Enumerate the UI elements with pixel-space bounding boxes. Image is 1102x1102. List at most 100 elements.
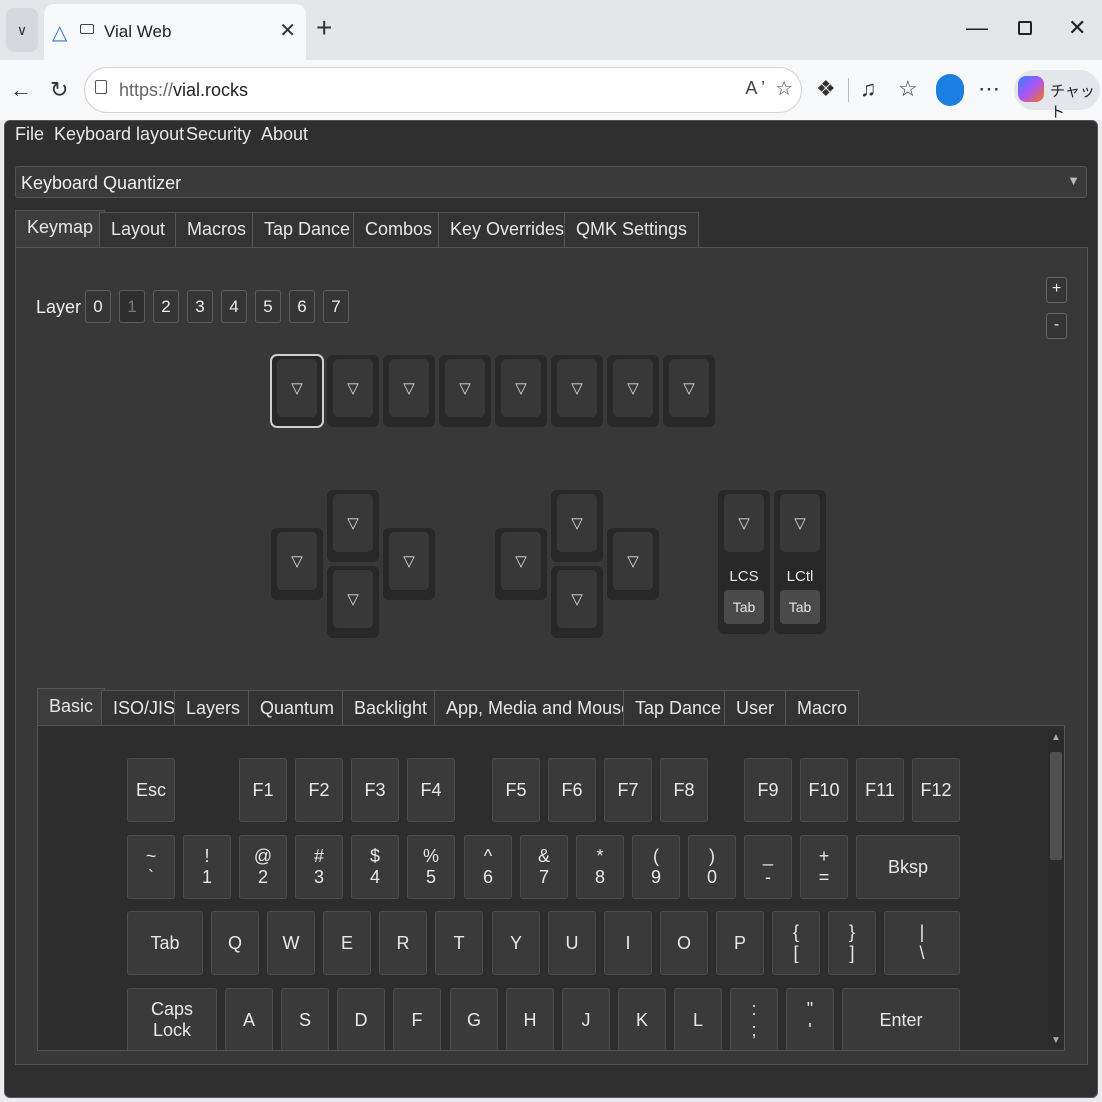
- back-icon[interactable]: ←: [10, 78, 32, 102]
- key-j[interactable]: J: [562, 988, 610, 1052]
- subtab-user[interactable]: User: [724, 690, 787, 726]
- subtab-basic[interactable]: Basic: [37, 688, 106, 726]
- new-tab-button[interactable]: +: [316, 14, 332, 42]
- key-e[interactable]: E: [323, 911, 371, 975]
- layer-button-2[interactable]: 2: [153, 290, 179, 323]
- key-tilde[interactable]: ~ `: [127, 835, 175, 899]
- menu-keyboard-layout[interactable]: Keyboard layout: [54, 124, 184, 145]
- key-f[interactable]: F: [393, 988, 441, 1052]
- vertical-scrollbar[interactable]: ▲ ▼: [1048, 730, 1064, 1048]
- menu-file[interactable]: File: [15, 124, 44, 145]
- key-0[interactable]: ) 0: [688, 835, 736, 899]
- key-q[interactable]: Q: [211, 911, 259, 975]
- keymap-key-lcs-tab[interactable]: ▽ LCS Tab: [718, 490, 770, 634]
- reload-icon[interactable]: ↻: [50, 78, 68, 102]
- key-f6[interactable]: F6: [548, 758, 596, 822]
- keymap-key[interactable]: ▽: [607, 528, 659, 600]
- key-f3[interactable]: F3: [351, 758, 399, 822]
- key-left-bracket[interactable]: { [: [772, 911, 820, 975]
- keymap-key[interactable]: ▽: [495, 528, 547, 600]
- keymap-key[interactable]: ▽: [327, 355, 379, 427]
- key-g[interactable]: G: [450, 988, 498, 1052]
- key-enter[interactable]: Enter: [842, 988, 960, 1052]
- key-f12[interactable]: F12: [912, 758, 960, 822]
- remove-layer-button[interactable]: -: [1046, 313, 1067, 339]
- layer-button-0[interactable]: 0: [85, 290, 111, 323]
- favorite-star-icon[interactable]: ☆: [775, 76, 793, 101]
- key-f7[interactable]: F7: [604, 758, 652, 822]
- menu-security[interactable]: Security: [186, 124, 251, 145]
- key-u[interactable]: U: [548, 911, 596, 975]
- keymap-key[interactable]: ▽: [271, 528, 323, 600]
- subtab-app-media-mouse[interactable]: App, Media and Mouse: [434, 690, 644, 726]
- keymap-key[interactable]: ▽: [383, 355, 435, 427]
- key-k[interactable]: K: [618, 988, 666, 1052]
- copilot-button[interactable]: チャット: [1014, 70, 1100, 121]
- collections-icon[interactable]: ☆: [898, 76, 918, 102]
- keyboard-select[interactable]: Keyboard Quantizer ▼: [15, 166, 1087, 198]
- subtab-layers[interactable]: Layers: [174, 690, 253, 726]
- tab-list-button[interactable]: ∨: [6, 8, 38, 52]
- key-f10[interactable]: F10: [800, 758, 848, 822]
- tab-keymap[interactable]: Keymap: [15, 210, 106, 248]
- key-y[interactable]: Y: [492, 911, 540, 975]
- key-f11[interactable]: F11: [856, 758, 904, 822]
- key-caps-lock[interactable]: Caps Lock: [127, 988, 217, 1052]
- key-w[interactable]: W: [267, 911, 315, 975]
- key-t[interactable]: T: [435, 911, 483, 975]
- tab-macros[interactable]: Macros: [175, 212, 259, 248]
- read-aloud-icon[interactable]: A ’: [745, 78, 765, 99]
- keymap-key[interactable]: ▽: [551, 490, 603, 562]
- key-2[interactable]: @2: [239, 835, 287, 899]
- key-equal[interactable]: + =: [800, 835, 848, 899]
- key-p[interactable]: P: [716, 911, 764, 975]
- tab-qmk-settings[interactable]: QMK Settings: [564, 212, 700, 248]
- layer-button-7[interactable]: 7: [323, 290, 349, 323]
- keymap-key[interactable]: ▽: [327, 566, 379, 638]
- key-f2[interactable]: F2: [295, 758, 343, 822]
- close-tab-icon[interactable]: ✕: [279, 18, 296, 43]
- media-icon[interactable]: ♫: [860, 76, 877, 102]
- key-semicolon[interactable]: : ;: [730, 988, 778, 1052]
- keymap-key-lctl-tab[interactable]: ▽ LCtl Tab: [774, 490, 826, 634]
- scroll-up-icon[interactable]: ▲: [1051, 732, 1061, 743]
- url-field[interactable]: https://vial.rocks A ’ ☆: [84, 67, 802, 113]
- subtab-tap-dance[interactable]: Tap Dance: [623, 690, 734, 726]
- layer-button-1[interactable]: 1: [119, 290, 145, 323]
- key-l[interactable]: L: [674, 988, 722, 1052]
- key-4[interactable]: $4: [351, 835, 399, 899]
- key-3[interactable]: #3: [295, 835, 343, 899]
- key-6[interactable]: ^ 6: [464, 835, 512, 899]
- scroll-down-icon[interactable]: ▼: [1051, 1035, 1061, 1046]
- key-right-bracket[interactable]: } ]: [828, 911, 876, 975]
- browser-tab[interactable]: △ Vial Web ✕: [44, 4, 306, 60]
- minimize-button[interactable]: —: [966, 16, 988, 40]
- key-5[interactable]: % 5: [407, 835, 455, 899]
- menu-about[interactable]: About: [261, 124, 308, 145]
- key-f9[interactable]: F9: [744, 758, 792, 822]
- keymap-key[interactable]: ▽: [270, 354, 324, 428]
- key-f1[interactable]: F1: [239, 758, 287, 822]
- layer-button-4[interactable]: 4: [221, 290, 247, 323]
- key-o[interactable]: O: [660, 911, 708, 975]
- key-9[interactable]: (9: [632, 835, 680, 899]
- more-menu-icon[interactable]: ⋯: [978, 76, 1000, 102]
- tab-key-overrides[interactable]: Key Overrides: [438, 212, 577, 248]
- key-a[interactable]: A: [225, 988, 273, 1052]
- subtab-quantum[interactable]: Quantum: [248, 690, 347, 726]
- maximize-button[interactable]: [1018, 21, 1032, 35]
- key-d[interactable]: D: [337, 988, 385, 1052]
- tab-layout[interactable]: Layout: [99, 212, 178, 248]
- keymap-key[interactable]: ▽: [439, 355, 491, 427]
- key-tab[interactable]: Tab: [127, 911, 203, 975]
- subtab-backlight[interactable]: Backlight: [342, 690, 440, 726]
- keymap-key[interactable]: ▽: [383, 528, 435, 600]
- key-minus[interactable]: _ -: [744, 835, 792, 899]
- profile-avatar[interactable]: [936, 74, 964, 106]
- key-7[interactable]: & 7: [520, 835, 568, 899]
- key-8[interactable]: * 8: [576, 835, 624, 899]
- key-backslash[interactable]: | \: [884, 911, 960, 975]
- close-window-button[interactable]: ✕: [1068, 16, 1086, 40]
- subtab-macro[interactable]: Macro: [785, 690, 860, 726]
- key-r[interactable]: R: [379, 911, 427, 975]
